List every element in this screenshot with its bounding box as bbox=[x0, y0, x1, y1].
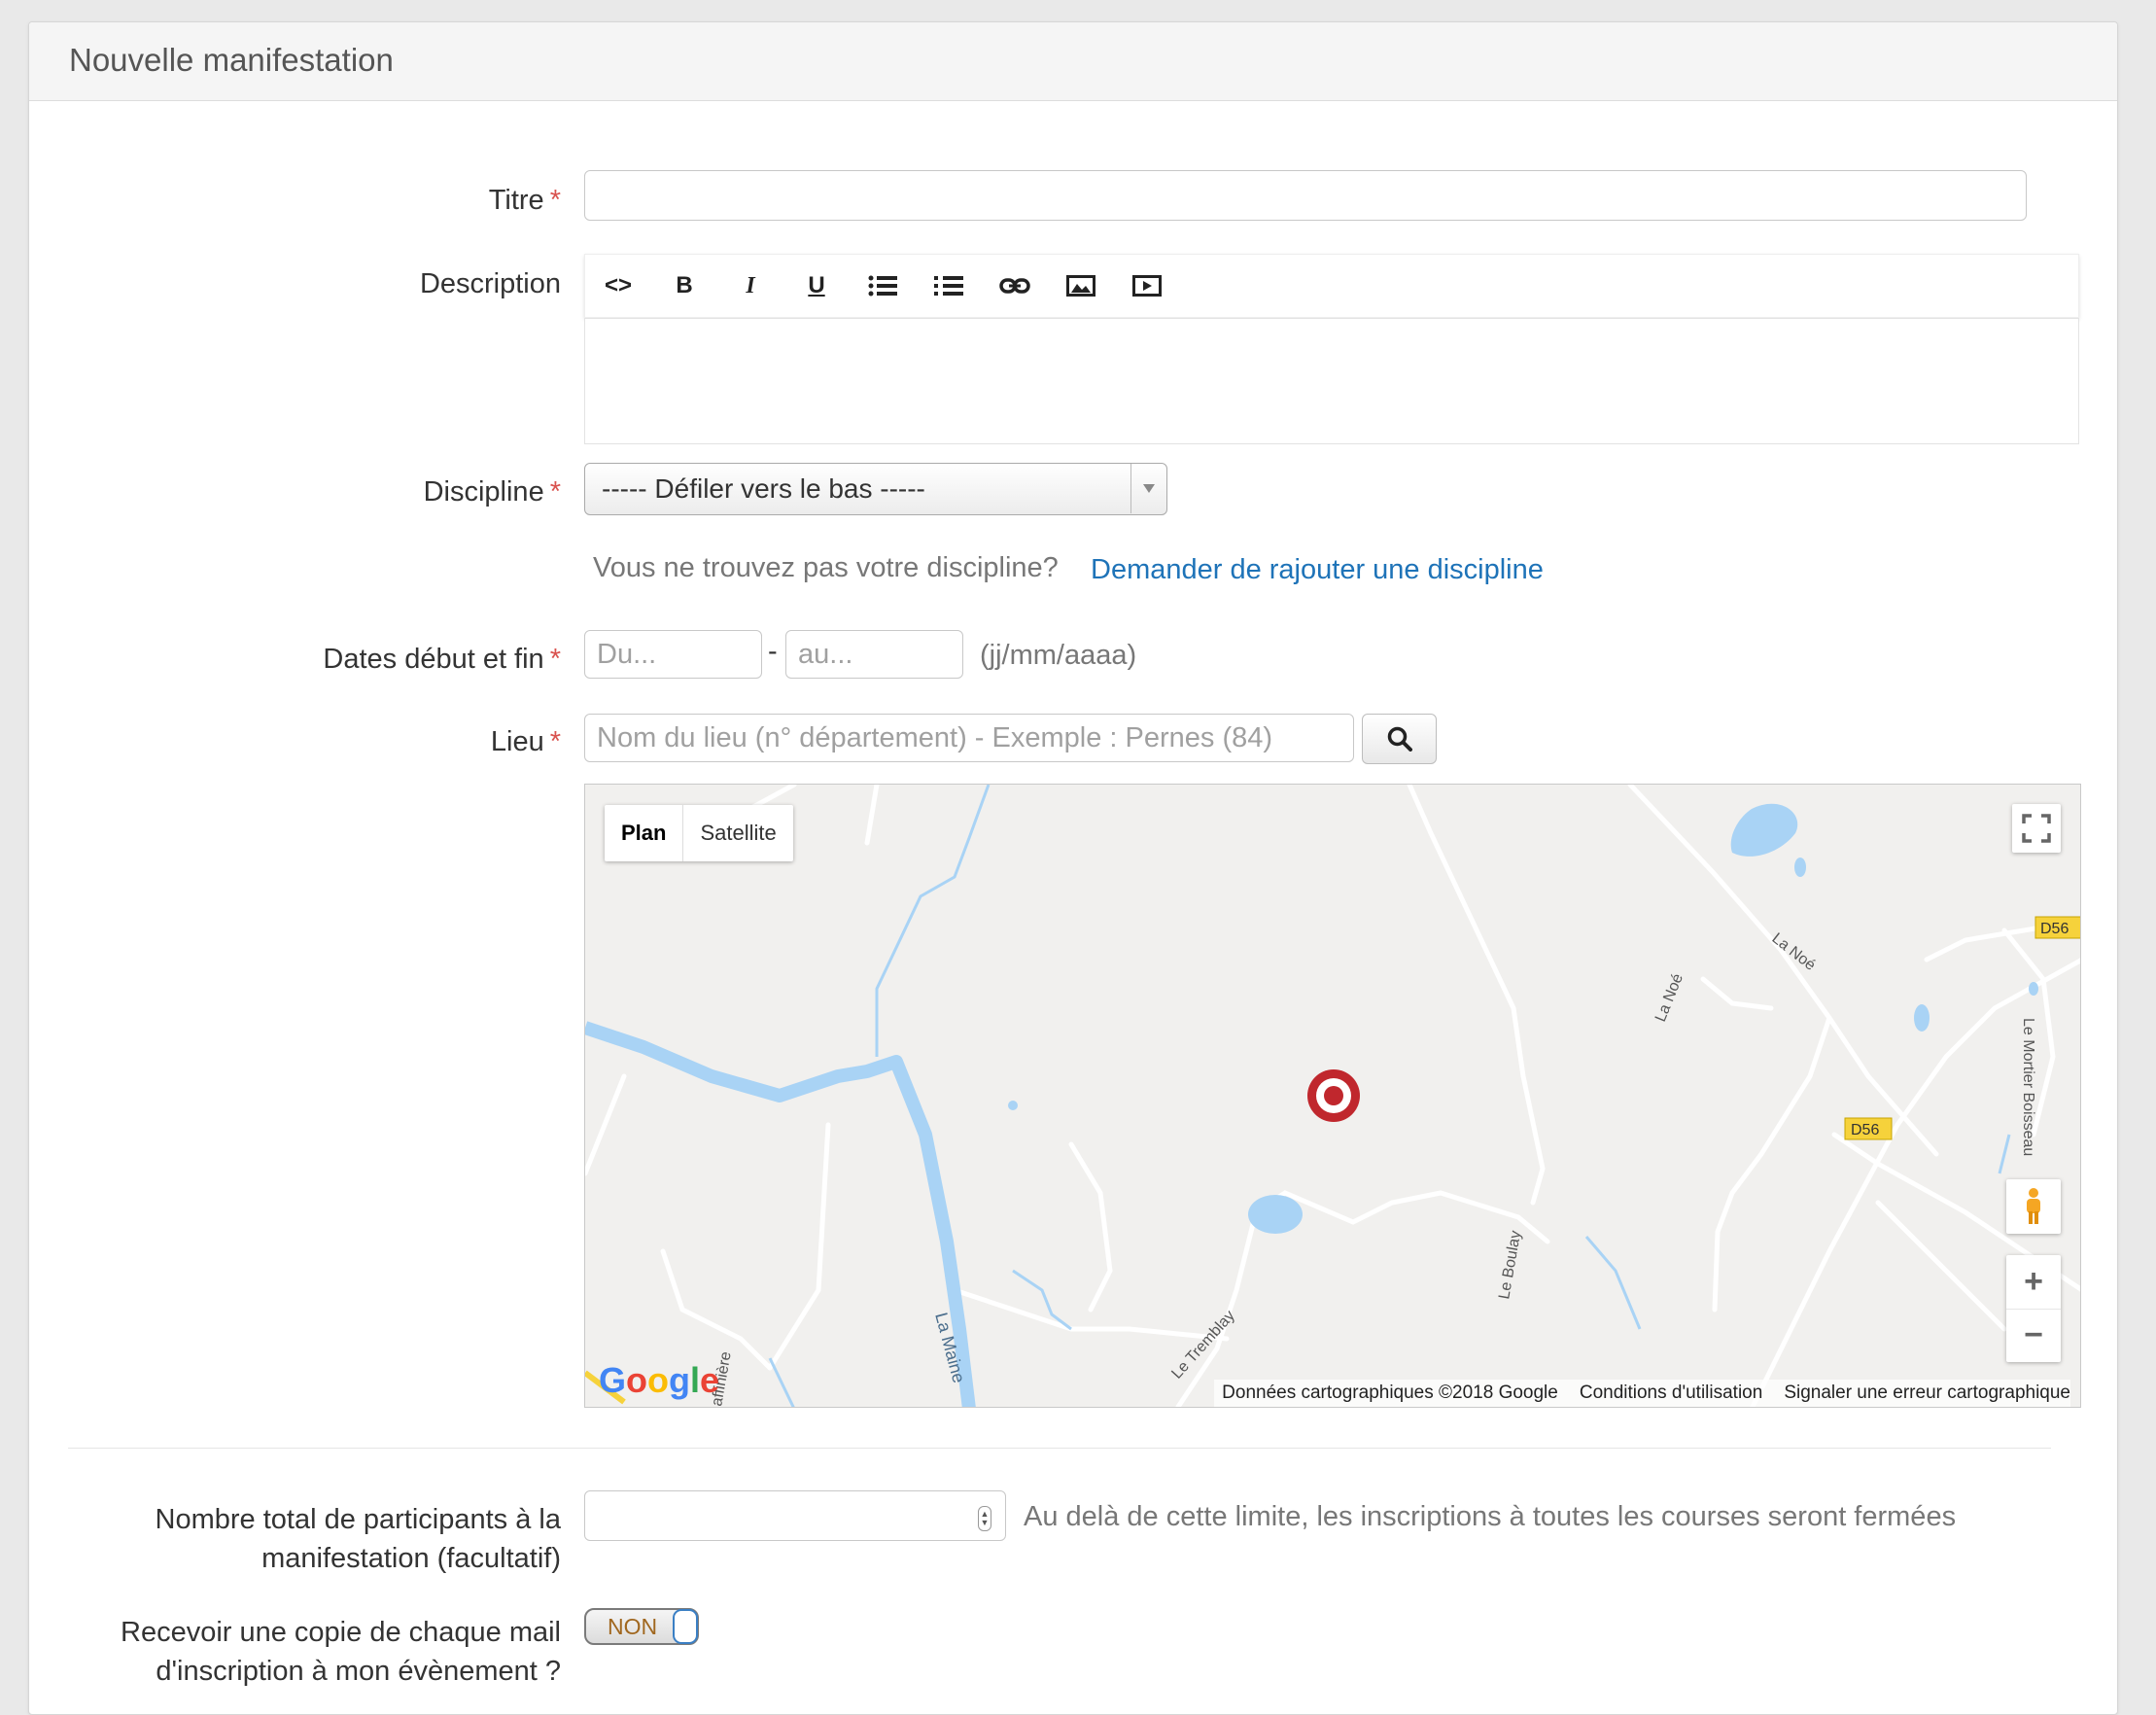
map-type-satellite[interactable]: Satellite bbox=[683, 805, 792, 861]
editor-toolbar: <> B I U bbox=[584, 254, 2079, 318]
lieu-input[interactable] bbox=[584, 714, 1354, 762]
discipline-help-text: Vous ne trouvez pas votre discipline? bbox=[593, 552, 1059, 583]
map-label-road2: La Noé bbox=[1652, 971, 1687, 1024]
map-terms-link[interactable]: Conditions d'utilisation bbox=[1580, 1380, 1762, 1407]
description-editor[interactable] bbox=[584, 318, 2079, 444]
video-icon[interactable] bbox=[1126, 264, 1168, 307]
date-end-input[interactable] bbox=[785, 630, 963, 679]
panel-header: Nouvelle manifestation bbox=[29, 22, 2117, 101]
chevron-down-icon bbox=[1130, 464, 1166, 513]
zoom-control: + − bbox=[2006, 1255, 2061, 1362]
map-label-d56b: D56 bbox=[1851, 1122, 1879, 1138]
google-logo: Google bbox=[599, 1360, 719, 1400]
discipline-label: Discipline * bbox=[423, 476, 561, 508]
date-separator: - bbox=[768, 636, 778, 667]
toggle-state: NON bbox=[608, 1614, 658, 1639]
number-stepper-icon[interactable]: ▲ ▼ bbox=[978, 1506, 991, 1531]
description-label: Description bbox=[419, 268, 561, 299]
copie-mail-toggle[interactable]: NON bbox=[584, 1608, 699, 1645]
map-type-control: Plan Satellite bbox=[605, 805, 793, 861]
date-start-input[interactable] bbox=[584, 630, 762, 679]
discipline-selected: ----- Défiler vers le bas ----- bbox=[602, 473, 925, 504]
code-icon[interactable]: <> bbox=[597, 264, 640, 307]
participants-label: Nombre total de participants à la manife… bbox=[155, 1504, 562, 1574]
italic-icon[interactable]: I bbox=[729, 264, 772, 307]
map-attribution: Données cartographiques ©2018 Google bbox=[1222, 1382, 1558, 1403]
map-footer: Données cartographiques ©2018 Google Con… bbox=[1214, 1380, 2070, 1407]
link-icon[interactable] bbox=[993, 264, 1036, 307]
bullet-list-icon[interactable] bbox=[861, 264, 904, 307]
map-label-road5: Le Mortier Boisseau bbox=[2020, 1018, 2036, 1156]
titre-input[interactable] bbox=[584, 170, 2027, 221]
request-discipline-link[interactable]: Demander de rajouter une discipline bbox=[1091, 554, 1544, 586]
search-icon bbox=[1387, 726, 1412, 752]
map-canvas: La Maine La Noé La Noé Le Boulay Le Trem… bbox=[585, 785, 2080, 1407]
street-view-button[interactable] bbox=[2006, 1179, 2061, 1234]
date-format-hint: (jj/mm/aaaa) bbox=[980, 640, 1137, 671]
discipline-select[interactable]: ----- Défiler vers le bas ----- bbox=[584, 463, 1167, 515]
panel-title: Nouvelle manifestation bbox=[69, 42, 394, 78]
lieu-label: Lieu * bbox=[490, 726, 561, 757]
dates-label: Dates début et fin * bbox=[323, 644, 561, 675]
map[interactable]: La Maine La Noé La Noé Le Boulay Le Trem… bbox=[584, 784, 2081, 1408]
image-icon[interactable] bbox=[1060, 264, 1102, 307]
fullscreen-icon bbox=[2022, 814, 2051, 843]
toggle-knob bbox=[673, 1609, 698, 1644]
zoom-in-button[interactable]: + bbox=[2006, 1256, 2061, 1310]
fullscreen-button[interactable] bbox=[2012, 804, 2061, 853]
map-type-plan[interactable]: Plan bbox=[605, 805, 684, 861]
numbered-list-icon[interactable] bbox=[927, 264, 970, 307]
titre-label: Titre * bbox=[488, 185, 561, 216]
map-report-link[interactable]: Signaler une erreur cartographique bbox=[1784, 1380, 2070, 1407]
bold-icon[interactable]: B bbox=[663, 264, 706, 307]
participants-hint: Au delà de cette limite, les inscription… bbox=[1024, 1501, 1957, 1532]
underline-icon[interactable]: U bbox=[795, 264, 838, 307]
search-button[interactable] bbox=[1362, 714, 1437, 764]
zoom-out-button[interactable]: − bbox=[2006, 1310, 2061, 1362]
participants-input[interactable]: ▲ ▼ bbox=[584, 1490, 1006, 1541]
section-divider bbox=[68, 1448, 2051, 1449]
map-label-road3: Le Boulay bbox=[1496, 1230, 1524, 1301]
pegman-icon bbox=[2027, 1188, 2040, 1224]
copie-mail-label: Recevoir une copie de chaque mail d'insc… bbox=[121, 1617, 561, 1687]
map-label-d56a: D56 bbox=[2040, 921, 2069, 937]
